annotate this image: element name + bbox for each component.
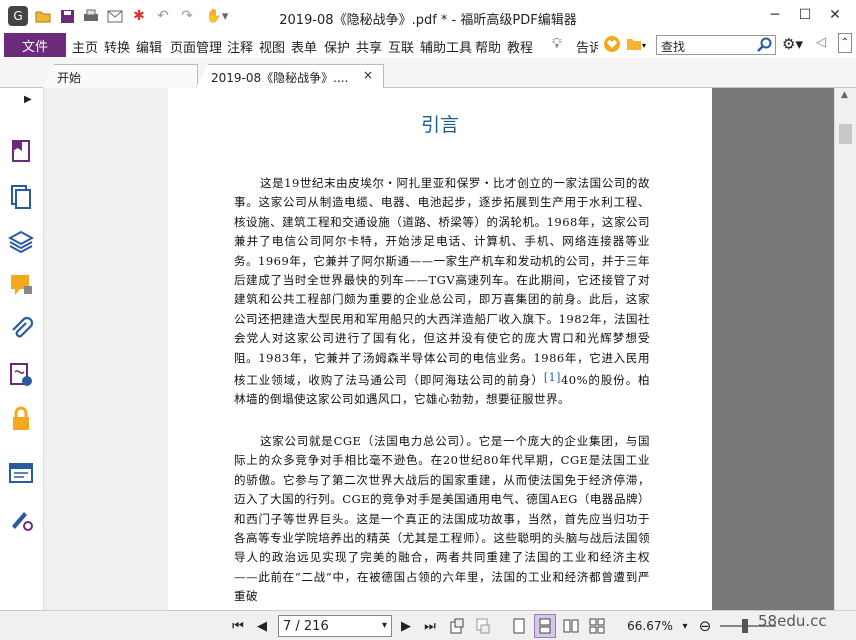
menu-form[interactable]: 表单 [291,37,317,56]
layers-icon[interactable] [8,228,34,254]
menu-annotate[interactable]: 注释 [227,37,253,56]
prev-page-icon[interactable]: ◀ [254,617,270,635]
vertical-scrollbar[interactable]: ▲ [834,88,856,610]
page-number-field[interactable]: 7 / 216 ▾ [278,615,392,637]
collapse-icon[interactable]: ⌃ [838,33,852,53]
menu-view[interactable]: 视图 [259,37,285,56]
tab-close-icon[interactable]: × [363,68,373,82]
paragraph-1-text-a: 这是19世纪末由皮埃尔・阿扎里亚和保罗・比才创立的一家法国公司的故事。这家公司从… [234,176,650,388]
heart-icon[interactable] [604,36,620,56]
status-bar: ⏮ ◀ 7 / 216 ▾ ▶ ⏭ 66.67% ▾ ⊖ 58edu.cc [0,610,856,640]
title-bar: G ✱ ↶ ↷ ✋▾ 2019-08《隐秘战争》.pdf * - 福昕高级PDF… [0,0,856,32]
gear-icon[interactable]: ⚙▾ [782,35,803,53]
last-page-icon[interactable]: ⏭ [422,617,438,635]
paragraph-2: 这家公司就是CGE（法国电力总公司）。它是一个庞大的企业集团，与国际上的众多竞争… [234,434,650,604]
pages-icon[interactable] [8,184,34,210]
menu-connect[interactable]: 互联 [388,37,414,56]
search-icon[interactable] [757,37,773,53]
tab-bar: 开始 2019-08《隐秘战争》.... × [0,58,856,88]
menu-tutorial[interactable]: 教程 [507,37,533,56]
menu-help[interactable]: 帮助 [475,37,501,56]
paragraph-1: 这是19世纪末由皮埃尔・阿扎里亚和保罗・比才创立的一家法国公司的故事。这家公司从… [234,174,650,410]
page-down-view-icon[interactable] [474,617,492,635]
navigation-panel: ▶ [0,88,44,610]
scroll-thumb[interactable] [839,124,852,144]
menu-accessibility[interactable]: 辅助工具 [420,37,472,56]
tab-document-label: 2019-08《隐秘战争》.... [211,71,349,85]
file-menu-button[interactable]: 文件 [4,33,66,57]
form-fields-icon[interactable] [8,460,34,486]
menu-bar: 文件 主页 转换 编辑 页面管理 注释 视图 表单 保护 共享 互联 辅助工具 … [0,32,856,58]
page-up-view-icon[interactable] [448,617,466,635]
bookmark-icon[interactable] [8,138,34,164]
signature-icon[interactable] [8,362,34,388]
menu-convert[interactable]: 转换 [104,37,130,56]
menu-share[interactable]: 共享 [356,37,382,56]
chevron-down-icon[interactable]: ▾ [382,620,387,631]
zoom-slider-thumb[interactable] [742,619,748,633]
zoom-level[interactable]: 66.67% [626,617,674,635]
next-page-icon[interactable]: ▶ [398,617,414,635]
stamp-icon[interactable] [8,506,34,532]
attachment-icon[interactable] [8,316,34,342]
menu-page-management[interactable]: 页面管理 [170,37,222,56]
document-gutter-left [44,88,168,610]
watermark: 58edu.cc [758,612,827,630]
folder-search-icon[interactable]: ▾ [626,36,648,56]
maximize-icon[interactable]: ☐ [790,4,820,26]
menu-edit[interactable]: 编辑 [136,37,162,56]
first-page-icon[interactable]: ⏮ [230,617,246,635]
footnote-link[interactable]: [1] [544,371,561,384]
chevron-left-icon[interactable]: ◁ [816,35,826,50]
zoom-out-icon[interactable]: ⊖ [696,617,714,635]
bulb-icon[interactable]: 💡︎ [552,36,562,52]
search-input[interactable]: 查找 [656,35,776,55]
page-number-value: 7 / 216 [283,619,329,634]
menu-protect[interactable]: 保护 [324,37,350,56]
continuous-icon[interactable] [534,614,556,638]
page-heading: 引言 [420,114,459,136]
tab-start[interactable]: 开始 [42,64,198,88]
document-gutter-right [712,88,834,610]
comments-icon[interactable] [8,272,34,298]
lock-icon[interactable] [8,406,34,432]
close-icon[interactable]: ✕ [820,4,850,26]
single-page-icon[interactable] [510,617,528,635]
minimize-icon[interactable]: ─ [760,4,790,26]
tab-document[interactable]: 2019-08《隐秘战争》.... × [196,64,384,88]
tell-me[interactable]: 告诉 [576,37,598,56]
panel-expand-icon[interactable]: ▶ [24,94,32,105]
search-placeholder: 查找 [661,40,686,54]
menu-home[interactable]: 主页 [72,37,98,56]
svg-text:▾: ▾ [642,41,646,50]
scroll-up-icon[interactable]: ▲ [841,90,848,100]
continuous-facing-icon[interactable] [588,617,606,635]
tab-start-label: 开始 [57,71,82,85]
window-title: 2019-08《隐秘战争》.pdf * - 福昕高级PDF编辑器 [279,13,577,28]
facing-icon[interactable] [562,617,580,635]
pdf-page[interactable]: 引言 这是19世纪末由皮埃尔・阿扎里亚和保罗・比才创立的一家法国公司的故事。这家… [168,88,712,610]
zoom-dropdown-icon[interactable]: ▾ [678,617,692,635]
